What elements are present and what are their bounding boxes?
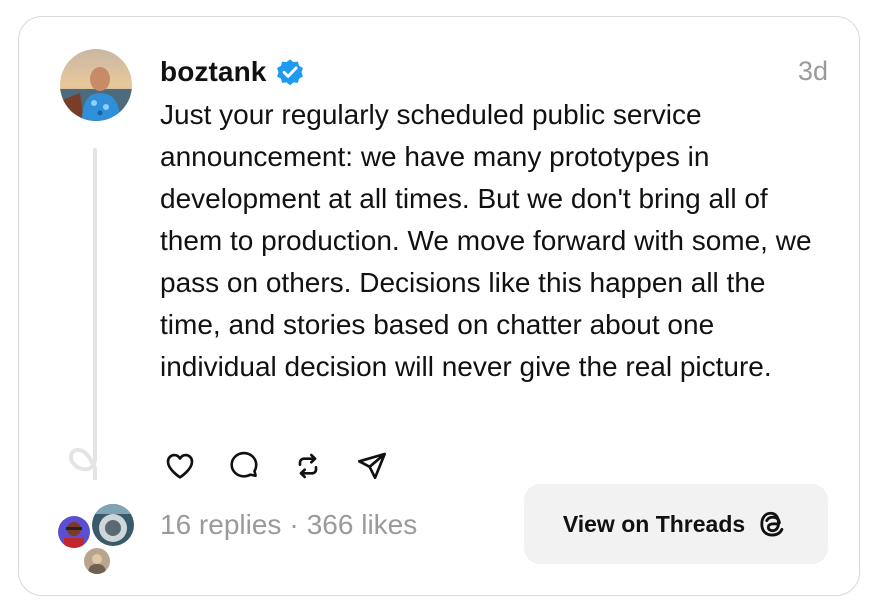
participant-avatar	[56, 514, 92, 550]
view-on-threads-label: View on Threads	[562, 510, 746, 537]
comment-icon	[228, 450, 260, 487]
threads-logo-icon	[755, 507, 789, 541]
verified-badge-icon	[274, 56, 306, 88]
thread-line	[93, 148, 97, 453]
username[interactable]: boztank	[160, 56, 266, 88]
post-timestamp: 3d	[797, 56, 828, 86]
participant-avatar	[82, 546, 112, 576]
view-on-threads-button[interactable]: View on Threads	[524, 484, 828, 564]
post-actions	[160, 448, 416, 488]
like-button[interactable]	[160, 448, 200, 488]
reply-participants	[56, 500, 140, 576]
participant-avatar	[90, 502, 136, 548]
share-icon	[356, 450, 388, 487]
repost-icon	[292, 450, 324, 487]
replies-count[interactable]: 16 replies	[160, 509, 281, 541]
share-button[interactable]	[352, 448, 392, 488]
post-body: Just your regularly scheduled public ser…	[160, 99, 812, 382]
post-stats: 16 replies · 366 likes	[160, 509, 417, 541]
likes-count[interactable]: 366 likes	[307, 509, 418, 541]
stats-separator: ·	[289, 509, 299, 540]
thread-curl	[62, 440, 102, 485]
author-header: boztank	[160, 52, 306, 92]
heart-icon	[164, 450, 196, 487]
author-avatar[interactable]	[60, 49, 132, 121]
reply-button[interactable]	[224, 448, 264, 488]
repost-button[interactable]	[288, 448, 328, 488]
